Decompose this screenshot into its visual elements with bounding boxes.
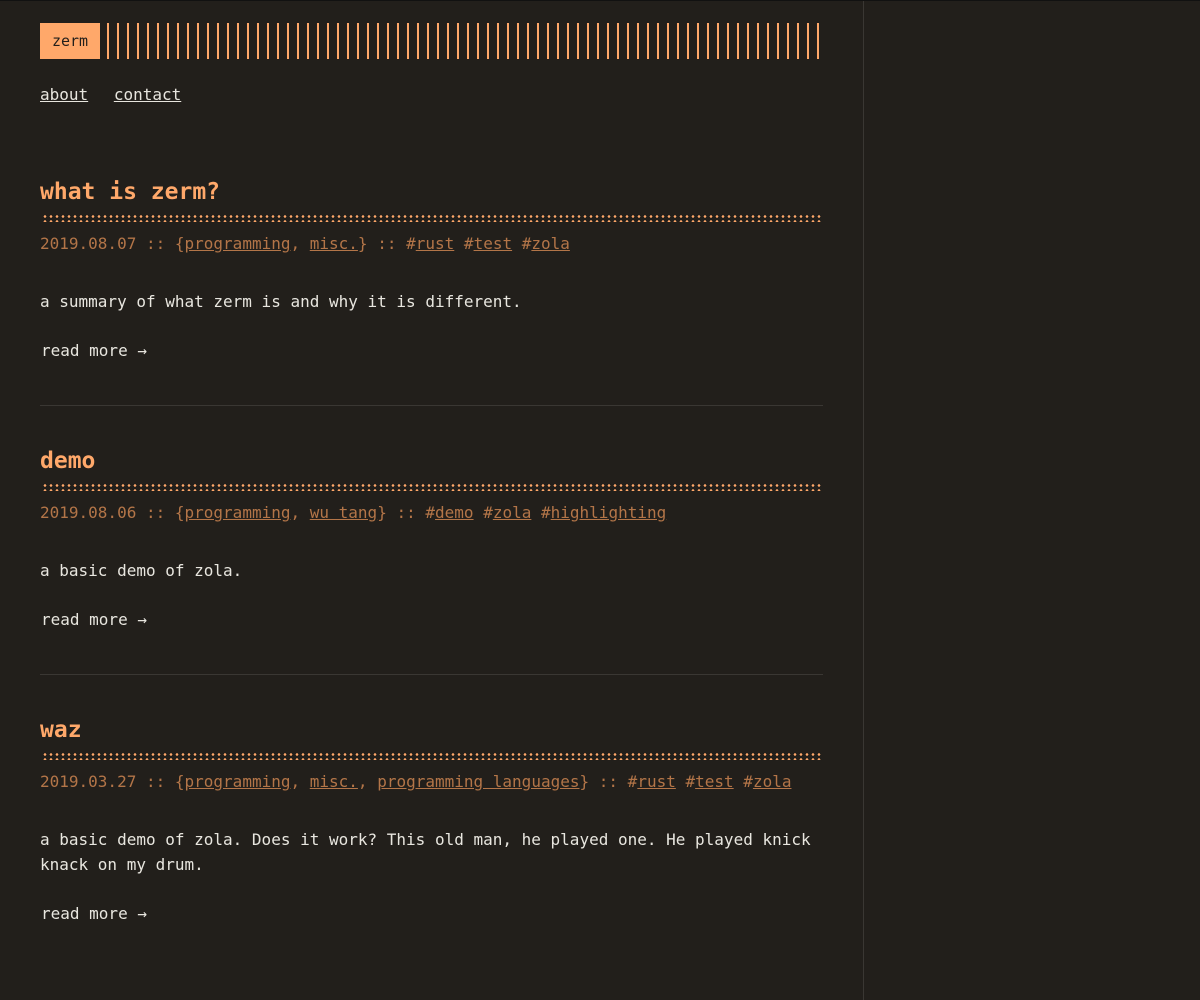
tag-link[interactable]: demo [435, 503, 474, 522]
post-summary: a basic demo of zola. Does it work? This… [40, 830, 811, 874]
comma: , [290, 234, 310, 253]
post-date: 2019.03.27 [40, 772, 137, 791]
meta-separator: :: [145, 503, 166, 522]
nav-about[interactable]: about [40, 85, 88, 104]
tag-link[interactable]: highlighting [551, 503, 667, 522]
categories-close-brace: } [579, 772, 590, 791]
category-link[interactable]: misc. [310, 234, 358, 253]
main-content: zerm about contact what is zerm? 2019.08… [0, 1, 864, 1000]
post: waz 2019.03.27 :: {programming, misc., p… [40, 715, 822, 923]
hash: # [463, 234, 474, 253]
category-link[interactable]: programming [185, 503, 291, 522]
hash: # [425, 503, 436, 522]
site-logo[interactable]: zerm [40, 23, 100, 59]
post: demo 2019.08.06 :: {programming, wu tang… [40, 446, 822, 629]
post-summary: a basic demo of zola. [40, 561, 243, 580]
post-meta: 2019.08.06 :: {programming, wu tang} :: … [40, 503, 666, 522]
category-link[interactable]: programming languages [377, 772, 579, 791]
tag-link[interactable]: test [474, 234, 513, 253]
post: what is zerm? 2019.08.07 :: {programming… [40, 177, 822, 360]
title-underline [42, 752, 822, 760]
meta-separator: :: [377, 234, 397, 253]
comma: , [290, 503, 310, 522]
tag-link[interactable]: rust [416, 234, 455, 253]
site-header: zerm [40, 23, 822, 59]
hash: # [627, 772, 638, 791]
categories-open-brace: { [174, 503, 185, 522]
category-link[interactable]: misc. [310, 772, 358, 791]
site-nav: about contact [40, 85, 197, 104]
post-date: 2019.08.06 [40, 503, 137, 522]
post-summary: a summary of what zerm is and why it is … [40, 292, 522, 311]
tag-link[interactable]: zola [531, 234, 570, 253]
tag-link[interactable]: test [695, 772, 734, 791]
read-more-link[interactable]: read more → [41, 904, 147, 923]
hash: # [541, 503, 551, 522]
hash: # [406, 234, 416, 253]
post-divider [40, 674, 823, 675]
categories-open-brace: { [174, 772, 185, 791]
categories-close-brace: } [357, 234, 368, 253]
title-underline [42, 483, 822, 491]
meta-separator: :: [145, 772, 166, 791]
category-link[interactable]: programming [185, 234, 291, 253]
nav-contact[interactable]: contact [114, 85, 181, 104]
hash: # [521, 234, 532, 253]
category-link[interactable]: programming [185, 772, 291, 791]
category-link[interactable]: wu tang [310, 503, 377, 522]
hash: # [685, 772, 696, 791]
meta-separator: :: [145, 234, 166, 253]
header-decoration [107, 23, 822, 59]
comma: , [357, 772, 378, 791]
post-meta: 2019.03.27 :: {programming, misc., progr… [40, 772, 791, 791]
post-date: 2019.08.07 [40, 234, 137, 253]
tag-link[interactable]: zola [493, 503, 532, 522]
tag-link[interactable]: zola [753, 772, 792, 791]
title-underline [42, 214, 822, 222]
post-divider [40, 405, 823, 406]
meta-separator: :: [396, 503, 416, 522]
post-meta: 2019.08.07 :: {programming, misc.} :: #r… [40, 234, 570, 253]
tag-link[interactable]: rust [637, 772, 676, 791]
meta-separator: :: [598, 772, 619, 791]
hash: # [483, 503, 493, 522]
read-more-link[interactable]: read more → [41, 341, 147, 360]
post-title[interactable]: what is zerm? [40, 177, 220, 207]
categories-open-brace: { [174, 234, 185, 253]
post-title[interactable]: demo [40, 446, 95, 476]
post-title[interactable]: waz [40, 715, 82, 745]
read-more-link[interactable]: read more → [41, 610, 147, 629]
hash: # [743, 772, 753, 791]
categories-close-brace: } [377, 503, 387, 522]
comma: , [290, 772, 310, 791]
